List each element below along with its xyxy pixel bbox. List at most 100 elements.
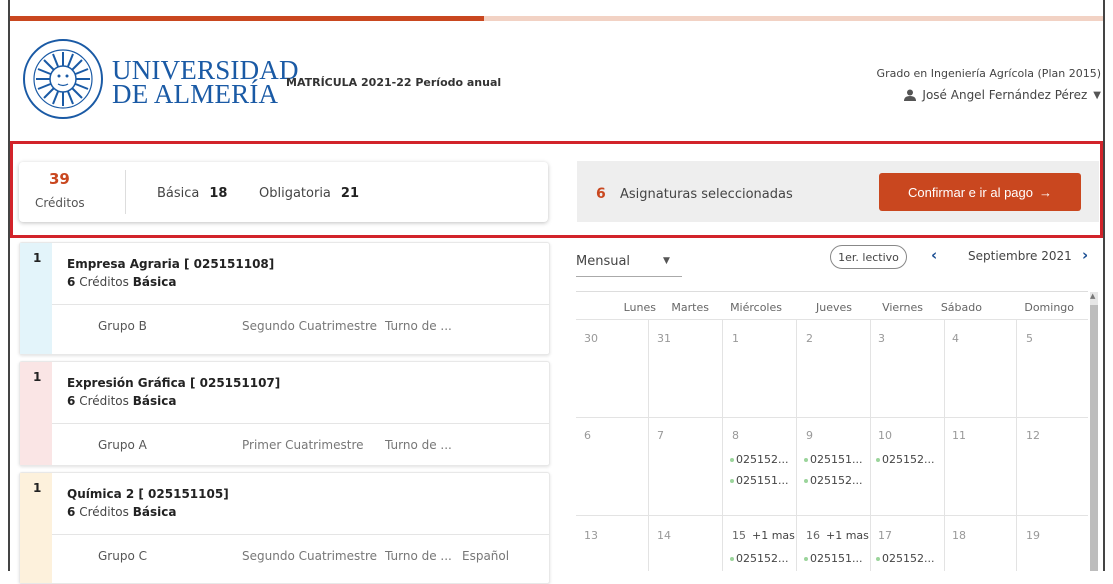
event-dot [876, 458, 880, 462]
calendar-event[interactable]: 025151... [804, 552, 862, 565]
day-of-week-header: Miércoles [730, 301, 782, 314]
calendar-row-divider [576, 417, 1088, 418]
day-of-week-header: Jueves [816, 301, 852, 314]
event-label: 025151... [810, 552, 863, 565]
calendar-day[interactable]: 1 [732, 332, 739, 345]
calendar-day[interactable]: 30 [584, 332, 598, 345]
course-credits-word: Créditos [79, 394, 129, 408]
event-label: 025152... [736, 453, 789, 466]
calendar-scrollbar-thumb[interactable] [1090, 305, 1098, 571]
course-card[interactable]: 1 Expresión Gráfica [ 025151107] 6 Crédi… [19, 361, 550, 466]
calendar-day[interactable]: 12 [1026, 429, 1040, 442]
event-label: 025152... [882, 453, 935, 466]
degree-name: Grado en Ingeniería Agrícola (Plan 2015) [876, 67, 1101, 80]
calendar-day[interactable]: 18 [952, 529, 966, 542]
scroll-up-icon[interactable]: ▲ [1090, 292, 1095, 300]
calendar-day[interactable]: 16 [806, 529, 820, 542]
calendar-event[interactable]: 025152... [804, 474, 862, 487]
calendar-day[interactable]: 6 [584, 429, 591, 442]
event-dot [730, 479, 734, 483]
calendar-day[interactable]: 15 [732, 529, 746, 542]
day-of-week-header: Sábado [940, 301, 982, 314]
calendar-col-divider [944, 319, 945, 571]
calendar-col-divider [722, 319, 723, 571]
event-dot [730, 557, 734, 561]
calendar-day[interactable]: 10 [878, 429, 892, 442]
basica-credits: Básica 18 [157, 186, 227, 201]
course-credits: 6 Créditos Básica [67, 275, 176, 289]
basica-value: 18 [209, 186, 228, 201]
event-label: 025152... [810, 474, 863, 487]
chevron-right-icon[interactable]: › [1082, 246, 1088, 264]
lectivo-chip[interactable]: 1er. lectivo [830, 245, 907, 269]
university-name-line2: DE ALMERÍA [112, 79, 279, 109]
course-group: Grupo C [98, 549, 147, 563]
course-year: 1 [33, 370, 42, 384]
calendar-view-select[interactable]: Mensual [576, 254, 630, 269]
course-group: Grupo B [98, 319, 147, 333]
course-type: Básica [132, 505, 177, 519]
course-credits-value: 6 [67, 505, 76, 519]
calendar-col-divider [796, 319, 797, 571]
chevron-down-icon[interactable]: ▼ [663, 256, 670, 266]
course-card[interactable]: 1 Empresa Agraria [ 025151108] 6 Crédito… [19, 242, 550, 355]
course-turno: Turno de ... [385, 549, 452, 563]
event-label: 025151... [736, 474, 789, 487]
course-title: Empresa Agraria [ 025151108] [67, 257, 275, 271]
obligatoria-value: 21 [340, 186, 359, 201]
course-credits: 6 Créditos Básica [67, 394, 176, 408]
user-name: José Angel Fernández Pérez [922, 88, 1088, 102]
course-card[interactable]: 1 Química 2 [ 025151105] 6 Créditos Bási… [19, 472, 550, 584]
course-year: 1 [33, 481, 42, 495]
calendar-day[interactable]: 13 [584, 529, 598, 542]
chevron-left-icon[interactable]: ‹ [931, 246, 937, 264]
course-divider [52, 423, 549, 424]
calendar-day[interactable]: 2 [806, 332, 813, 345]
calendar-col-divider [1016, 319, 1017, 571]
more-events-link[interactable]: +1 mas [752, 529, 795, 542]
course-year: 1 [33, 251, 42, 265]
calendar-event[interactable]: 025152... [876, 453, 934, 466]
course-turno: Turno de ... [385, 319, 452, 333]
calendar-day[interactable]: 17 [878, 529, 892, 542]
day-of-week-header: Viernes [882, 301, 923, 314]
event-dot [804, 479, 808, 483]
confirm-pay-label: Confirmar e ir al pago [908, 184, 1033, 200]
more-events-link[interactable]: +1 mas [826, 529, 869, 542]
user-menu[interactable]: José Angel Fernández Pérez ▼ [904, 88, 1101, 102]
user-icon [904, 89, 917, 101]
course-semester: Primer Cuatrimestre [242, 438, 364, 452]
calendar-event[interactable]: 025152... [730, 552, 788, 565]
calendar-day[interactable]: 5 [1026, 332, 1033, 345]
calendar-event[interactable]: 025152... [876, 552, 934, 565]
calendar-day[interactable]: 11 [952, 429, 966, 442]
obligatoria-label: Obligatoria [259, 186, 331, 201]
calendar-day[interactable]: 4 [952, 332, 959, 345]
event-label: 025152... [736, 552, 789, 565]
select-underline [576, 276, 682, 277]
progress-bar-fill [10, 16, 484, 21]
calendar-day[interactable]: 19 [1026, 529, 1040, 542]
day-of-week-header: Domingo [1024, 301, 1074, 314]
calendar-event[interactable]: 025151... [730, 474, 788, 487]
calendar-day[interactable]: 8 [732, 429, 739, 442]
calendar-day[interactable]: 3 [878, 332, 885, 345]
calendar-event[interactable]: 025152... [730, 453, 788, 466]
total-credits: 39 [49, 170, 70, 188]
calendar-day[interactable]: 7 [657, 429, 664, 442]
event-dot [730, 458, 734, 462]
university-name: UNIVERSIDAD DE ALMERÍA [112, 57, 299, 109]
arrow-right-icon: → [1039, 184, 1052, 200]
confirm-pay-button[interactable]: Confirmar e ir al pago → [879, 173, 1081, 211]
calendar-day[interactable]: 9 [806, 429, 813, 442]
summary-divider [125, 170, 126, 214]
event-dot [804, 557, 808, 561]
credits-label: Créditos [35, 196, 85, 210]
calendar-row-divider [576, 515, 1088, 516]
course-credits-value: 6 [67, 394, 76, 408]
progress-bar [10, 16, 1103, 21]
event-dot [804, 458, 808, 462]
calendar-day[interactable]: 14 [657, 529, 671, 542]
calendar-day[interactable]: 31 [657, 332, 671, 345]
calendar-event[interactable]: 025151... [804, 453, 862, 466]
